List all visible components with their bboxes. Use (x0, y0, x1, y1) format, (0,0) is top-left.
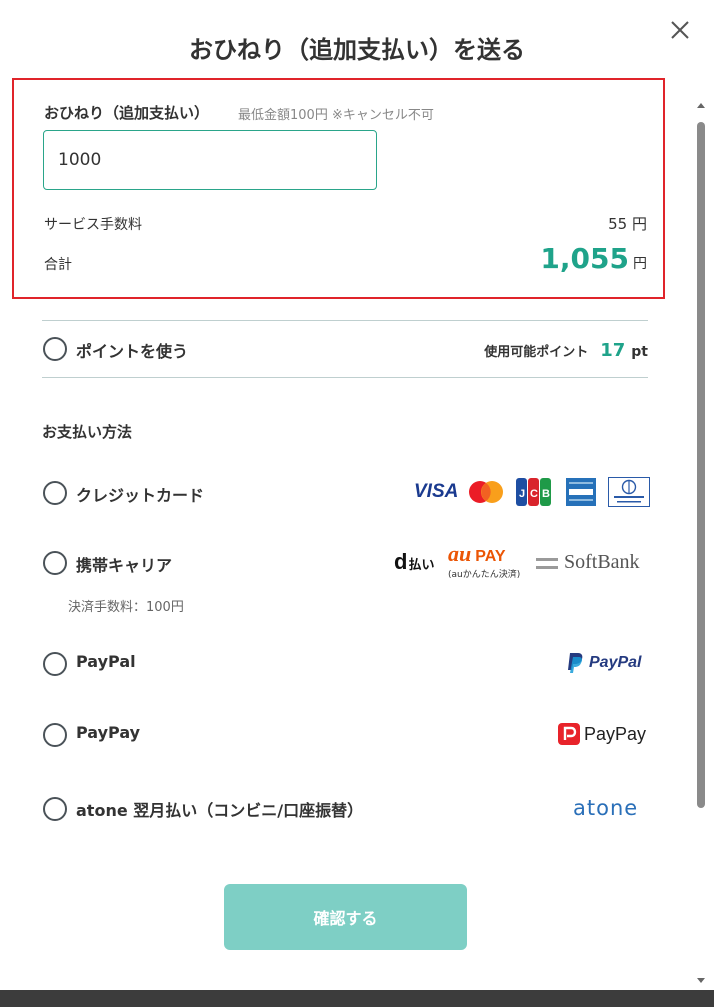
paypay-radio[interactable] (43, 723, 67, 747)
paypay-logo: PayPay (584, 723, 647, 744)
service-fee-label: サービス手数料 (44, 217, 142, 233)
available-points: 使用可能ポイント 17 pt (484, 340, 648, 361)
scroll-up-icon[interactable] (694, 98, 708, 112)
credit-card-label: クレジットカード (76, 486, 205, 505)
modal-title: おひねり（追加支払い）を送る (189, 36, 525, 64)
paypay-logo-group: PayPay (558, 723, 646, 745)
d-barai-text: 払い (408, 558, 435, 573)
svg-text:C: C (530, 488, 538, 500)
available-points-unit: pt (631, 344, 648, 360)
scroll-down-icon[interactable] (694, 974, 708, 988)
scroll-thumb[interactable] (697, 122, 705, 808)
total-amount: 1,055 (540, 242, 629, 275)
svg-text:B: B (542, 488, 550, 500)
service-fee-amount: 55 (608, 215, 628, 233)
use-points-label: ポイントを使う (76, 342, 189, 361)
total-unit: 円 (633, 256, 647, 272)
credit-card-radio[interactable] (43, 481, 67, 505)
divider (42, 320, 648, 321)
amount-input[interactable] (43, 130, 377, 190)
mastercard-logo (469, 481, 503, 503)
au-pay-logo: au PAY (auかんたん決済) (448, 541, 530, 581)
softbank-mark (536, 566, 558, 569)
paypal-radio[interactable] (43, 652, 67, 676)
svg-text:J: J (519, 488, 525, 500)
divider (42, 377, 648, 378)
amex-logo (566, 478, 596, 506)
amount-label: おひねり（追加支払い） (44, 104, 210, 122)
amount-section: おひねり（追加支払い） 最低金額100円 ※キャンセル不可 サービス手数料 55… (12, 78, 665, 299)
atone-logo: atone (573, 796, 639, 820)
available-points-value: 17 (600, 340, 626, 361)
softbank-logo: SoftBank (564, 551, 640, 573)
visa-logo: VISA (414, 481, 459, 502)
jcb-logo: J C B (516, 478, 551, 506)
diners-club-logo (608, 477, 650, 507)
scrollbar[interactable] (694, 98, 708, 988)
paypal-logo: PayPal (589, 654, 642, 671)
paypal-icon (568, 653, 583, 673)
d-barai-d: d (394, 549, 408, 574)
total-value: 1,055 円 (540, 242, 647, 275)
use-points-radio[interactable] (43, 337, 67, 361)
available-points-label: 使用可能ポイント (484, 345, 589, 360)
payment-modal: おひねり（追加支払い）を送る おひねり（追加支払い） 最低金額100円 ※キャン… (0, 0, 714, 990)
carrier-label: 携帯キャリア (76, 556, 173, 575)
paypay-label: PayPay (76, 723, 141, 742)
softbank-mark (536, 558, 558, 561)
paypal-label: PayPal (76, 652, 136, 671)
close-icon (671, 21, 689, 39)
atone-label: atone 翌月払い（コンビニ/口座振替） (76, 801, 364, 820)
page-background-strip (0, 990, 714, 1007)
atone-radio[interactable] (43, 797, 67, 821)
au-pay-au: au (448, 541, 472, 566)
paypal-logo-group: PayPal (566, 652, 641, 674)
close-button[interactable] (664, 14, 696, 46)
au-pay-pay: PAY (475, 548, 506, 565)
amount-note: 最低金額100円 ※キャンセル不可 (238, 108, 434, 123)
total-label: 合計 (44, 257, 72, 273)
carrier-radio[interactable] (43, 551, 67, 575)
au-pay-sub: (auかんたん決済) (448, 570, 521, 580)
service-fee-unit: 円 (631, 215, 647, 233)
service-fee-value: 55 円 (608, 213, 647, 234)
paypay-icon (558, 723, 580, 745)
payment-method-title: お支払い方法 (42, 423, 133, 441)
d-barai-logo: d 払い (394, 549, 444, 575)
carrier-logos: d 払い au PAY (auかんたん決済) (394, 541, 530, 581)
credit-card-logos: VISA J C B (414, 477, 650, 507)
carrier-fee-note: 決済手数料：100円 (68, 600, 184, 615)
confirm-button[interactable]: 確認する (224, 884, 467, 950)
